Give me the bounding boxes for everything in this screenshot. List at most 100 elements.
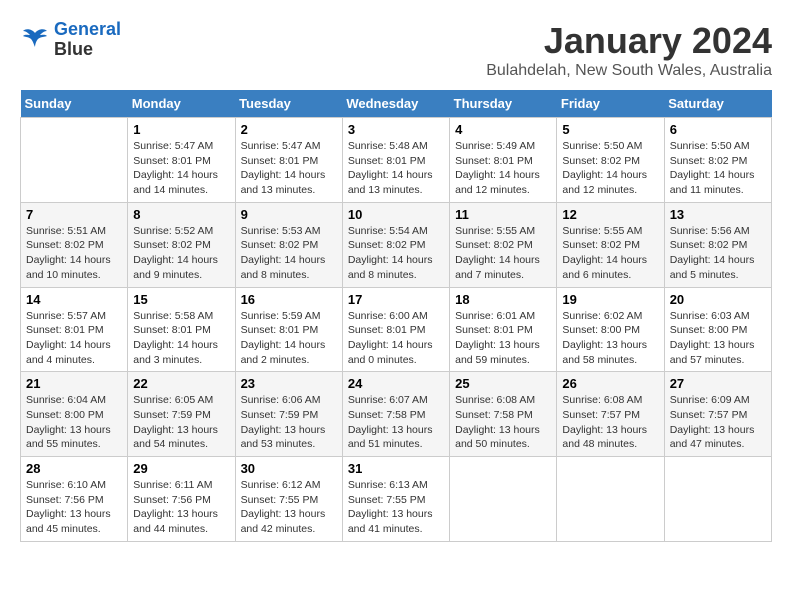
day-number: 4: [455, 122, 551, 137]
calendar-cell: [557, 457, 664, 542]
header-sunday: Sunday: [21, 90, 128, 118]
week-row-1: 1 Sunrise: 5:47 AM Sunset: 8:01 PM Daylig…: [21, 118, 772, 203]
header-friday: Friday: [557, 90, 664, 118]
calendar-cell: 6 Sunrise: 5:50 AM Sunset: 8:02 PM Daylig…: [664, 118, 771, 203]
subtitle: Bulahdelah, New South Wales, Australia: [486, 62, 772, 80]
calendar-cell: 21 Sunrise: 6:04 AM Sunset: 8:00 PM Dayli…: [21, 372, 128, 457]
calendar-cell: 25Sunrise: 6:08 AM Sunset: 7:58 PM Dayli…: [450, 372, 557, 457]
calendar-cell: 24 Sunrise: 6:07 AM Sunset: 7:58 PM Dayli…: [342, 372, 449, 457]
day-info: Sunrise: 6:07 AM Sunset: 7:58 PM Dayligh…: [348, 393, 444, 452]
calendar-cell: 23 Sunrise: 6:06 AM Sunset: 7:59 PM Dayli…: [235, 372, 342, 457]
day-info: Sunrise: 6:13 AM Sunset: 7:55 PM Dayligh…: [348, 478, 444, 537]
calendar-table: SundayMondayTuesdayWednesdayThursdayFrid…: [20, 90, 772, 542]
header-thursday: Thursday: [450, 90, 557, 118]
calendar-cell: [664, 457, 771, 542]
day-number: 30: [241, 461, 337, 476]
day-number: 14: [26, 292, 122, 307]
day-number: 16: [241, 292, 337, 307]
day-number: 18: [455, 292, 551, 307]
calendar-cell: 16 Sunrise: 5:59 AM Sunset: 8:01 PM Dayli…: [235, 287, 342, 372]
day-info: Sunrise: 6:04 AM Sunset: 8:00 PM Dayligh…: [26, 393, 122, 452]
calendar-cell: 10 Sunrise: 5:54 AM Sunset: 8:02 PM Dayli…: [342, 202, 449, 287]
calendar-cell: 12Sunrise: 5:55 AM Sunset: 8:02 PM Dayli…: [557, 202, 664, 287]
day-number: 12: [562, 207, 658, 222]
week-row-2: 7 Sunrise: 5:51 AM Sunset: 8:02 PM Daylig…: [21, 202, 772, 287]
day-info: Sunrise: 5:47 AM Sunset: 8:01 PM Dayligh…: [241, 139, 337, 198]
week-row-3: 14Sunrise: 5:57 AM Sunset: 8:01 PM Dayli…: [21, 287, 772, 372]
calendar-cell: 5 Sunrise: 5:50 AM Sunset: 8:02 PM Daylig…: [557, 118, 664, 203]
day-number: 11: [455, 207, 551, 222]
logo-line1: General: [54, 19, 121, 39]
day-info: Sunrise: 6:08 AM Sunset: 7:57 PM Dayligh…: [562, 393, 658, 452]
day-number: 24: [348, 376, 444, 391]
day-number: 23: [241, 376, 337, 391]
day-number: 27: [670, 376, 766, 391]
title-block: January 2024 Bulahdelah, New South Wales…: [486, 20, 772, 80]
logo: General Blue: [20, 20, 121, 60]
calendar-cell: 14Sunrise: 5:57 AM Sunset: 8:01 PM Dayli…: [21, 287, 128, 372]
calendar-cell: 2 Sunrise: 5:47 AM Sunset: 8:01 PM Daylig…: [235, 118, 342, 203]
day-info: Sunrise: 5:50 AM Sunset: 8:02 PM Dayligh…: [670, 139, 766, 198]
calendar-cell: 15 Sunrise: 5:58 AM Sunset: 8:01 PM Dayli…: [128, 287, 235, 372]
calendar-cell: [21, 118, 128, 203]
day-info: Sunrise: 5:53 AM Sunset: 8:02 PM Dayligh…: [241, 224, 337, 283]
day-info: Sunrise: 6:03 AM Sunset: 8:00 PM Dayligh…: [670, 309, 766, 368]
day-info: Sunrise: 6:01 AM Sunset: 8:01 PM Dayligh…: [455, 309, 551, 368]
calendar-cell: 27 Sunrise: 6:09 AM Sunset: 7:57 PM Dayli…: [664, 372, 771, 457]
calendar-cell: 22 Sunrise: 6:05 AM Sunset: 7:59 PM Dayli…: [128, 372, 235, 457]
day-number: 10: [348, 207, 444, 222]
calendar-cell: 13Sunrise: 5:56 AM Sunset: 8:02 PM Dayli…: [664, 202, 771, 287]
calendar-cell: 1Sunrise: 5:47 AM Sunset: 8:01 PM Daylig…: [128, 118, 235, 203]
day-info: Sunrise: 5:50 AM Sunset: 8:02 PM Dayligh…: [562, 139, 658, 198]
page-header: General Blue January 2024 Bulahdelah, Ne…: [20, 20, 772, 80]
day-info: Sunrise: 5:51 AM Sunset: 8:02 PM Dayligh…: [26, 224, 122, 283]
calendar-cell: 28Sunrise: 6:10 AM Sunset: 7:56 PM Dayli…: [21, 457, 128, 542]
day-number: 9: [241, 207, 337, 222]
day-number: 5: [562, 122, 658, 137]
day-number: 22: [133, 376, 229, 391]
day-number: 28: [26, 461, 122, 476]
calendar-header-row: SundayMondayTuesdayWednesdayThursdayFrid…: [21, 90, 772, 118]
day-info: Sunrise: 5:54 AM Sunset: 8:02 PM Dayligh…: [348, 224, 444, 283]
day-info: Sunrise: 6:06 AM Sunset: 7:59 PM Dayligh…: [241, 393, 337, 452]
day-info: Sunrise: 5:52 AM Sunset: 8:02 PM Dayligh…: [133, 224, 229, 283]
logo-text: General Blue: [54, 20, 121, 60]
day-info: Sunrise: 6:02 AM Sunset: 8:00 PM Dayligh…: [562, 309, 658, 368]
calendar-cell: 3Sunrise: 5:48 AM Sunset: 8:01 PM Daylig…: [342, 118, 449, 203]
header-monday: Monday: [128, 90, 235, 118]
day-number: 3: [348, 122, 444, 137]
week-row-5: 28Sunrise: 6:10 AM Sunset: 7:56 PM Dayli…: [21, 457, 772, 542]
calendar-cell: 11Sunrise: 5:55 AM Sunset: 8:02 PM Dayli…: [450, 202, 557, 287]
day-info: Sunrise: 6:05 AM Sunset: 7:59 PM Dayligh…: [133, 393, 229, 452]
calendar-cell: 17 Sunrise: 6:00 AM Sunset: 8:01 PM Dayli…: [342, 287, 449, 372]
day-number: 2: [241, 122, 337, 137]
day-number: 15: [133, 292, 229, 307]
calendar-cell: 26Sunrise: 6:08 AM Sunset: 7:57 PM Dayli…: [557, 372, 664, 457]
day-info: Sunrise: 6:12 AM Sunset: 7:55 PM Dayligh…: [241, 478, 337, 537]
calendar-cell: 30 Sunrise: 6:12 AM Sunset: 7:55 PM Dayli…: [235, 457, 342, 542]
calendar-cell: [450, 457, 557, 542]
day-number: 31: [348, 461, 444, 476]
day-info: Sunrise: 5:59 AM Sunset: 8:01 PM Dayligh…: [241, 309, 337, 368]
day-info: Sunrise: 5:58 AM Sunset: 8:01 PM Dayligh…: [133, 309, 229, 368]
day-number: 1: [133, 122, 229, 137]
calendar-cell: 18 Sunrise: 6:01 AM Sunset: 8:01 PM Dayli…: [450, 287, 557, 372]
day-number: 25: [455, 376, 551, 391]
day-number: 7: [26, 207, 122, 222]
header-wednesday: Wednesday: [342, 90, 449, 118]
calendar-cell: 8Sunrise: 5:52 AM Sunset: 8:02 PM Daylig…: [128, 202, 235, 287]
calendar-cell: 19 Sunrise: 6:02 AM Sunset: 8:00 PM Dayli…: [557, 287, 664, 372]
day-info: Sunrise: 5:56 AM Sunset: 8:02 PM Dayligh…: [670, 224, 766, 283]
day-number: 19: [562, 292, 658, 307]
logo-line2: Blue: [54, 40, 121, 60]
day-number: 6: [670, 122, 766, 137]
day-number: 21: [26, 376, 122, 391]
day-number: 17: [348, 292, 444, 307]
day-info: Sunrise: 6:00 AM Sunset: 8:01 PM Dayligh…: [348, 309, 444, 368]
calendar-cell: 31 Sunrise: 6:13 AM Sunset: 7:55 PM Dayli…: [342, 457, 449, 542]
calendar-cell: 7 Sunrise: 5:51 AM Sunset: 8:02 PM Daylig…: [21, 202, 128, 287]
day-info: Sunrise: 6:09 AM Sunset: 7:57 PM Dayligh…: [670, 393, 766, 452]
logo-icon: [20, 25, 50, 55]
calendar-cell: 9 Sunrise: 5:53 AM Sunset: 8:02 PM Daylig…: [235, 202, 342, 287]
week-row-4: 21 Sunrise: 6:04 AM Sunset: 8:00 PM Dayli…: [21, 372, 772, 457]
